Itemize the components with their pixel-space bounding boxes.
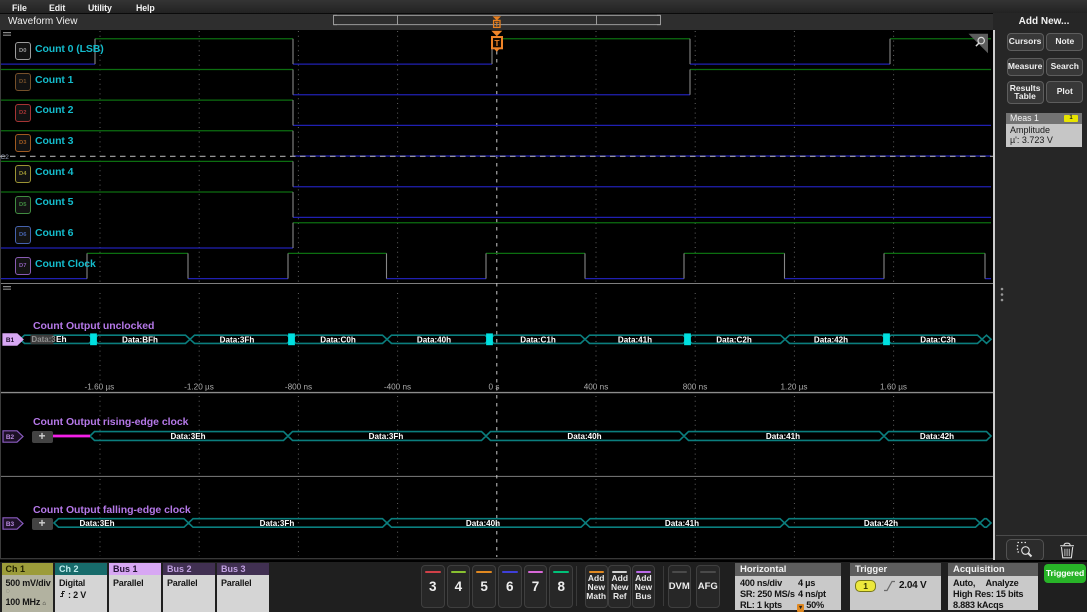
svg-text:Data:41h: Data:41h (766, 432, 800, 441)
svg-text:-800 ns: -800 ns (285, 382, 312, 391)
svg-text:Data:3Eh: Data:3Eh (79, 519, 114, 528)
svg-text:Data:42h: Data:42h (814, 335, 848, 344)
svg-text:1.60 µs: 1.60 µs (880, 382, 907, 391)
svg-text:-1.60 µs: -1.60 µs (85, 382, 115, 391)
svg-text:B3: B3 (6, 521, 15, 528)
svg-text:Data:3Fh: Data:3Fh (260, 519, 295, 528)
svg-text:Data:41h: Data:41h (665, 519, 699, 528)
svg-text:Data:40h: Data:40h (417, 335, 451, 344)
svg-text:0 s: 0 s (489, 382, 500, 391)
svg-text:Eh: Eh (56, 334, 67, 344)
svg-text:-400 ns: -400 ns (384, 382, 411, 391)
svg-text:T: T (494, 38, 500, 48)
svg-text:Data:40h: Data:40h (567, 432, 601, 441)
svg-text:Data:C3h: Data:C3h (920, 335, 956, 344)
svg-text:B2: B2 (6, 434, 15, 441)
svg-text:400 ns: 400 ns (584, 382, 609, 391)
svg-text:Data:3Fh: Data:3Fh (220, 335, 255, 344)
svg-text:Data:3Eh: Data:3Eh (170, 432, 205, 441)
svg-text:Data:40h: Data:40h (466, 519, 500, 528)
svg-text:B1: B1 (6, 337, 15, 344)
svg-text:Data:C1h: Data:C1h (520, 335, 556, 344)
svg-text:Data:3: Data:3 (32, 335, 57, 344)
svg-text:C2: C2 (1, 154, 10, 161)
svg-text:800 ns: 800 ns (683, 382, 708, 391)
svg-text:Data:42h: Data:42h (920, 432, 954, 441)
svg-text:Data:BFh: Data:BFh (122, 335, 158, 344)
svg-text:Data:C0h: Data:C0h (320, 335, 356, 344)
svg-text:Data:3Fh: Data:3Fh (369, 432, 404, 441)
svg-text:Data:42h: Data:42h (864, 519, 898, 528)
svg-text:1.20 µs: 1.20 µs (780, 382, 807, 391)
svg-text:Data:41h: Data:41h (618, 335, 652, 344)
svg-text:Data:C2h: Data:C2h (716, 335, 752, 344)
svg-text:-1.20 µs: -1.20 µs (184, 382, 214, 391)
